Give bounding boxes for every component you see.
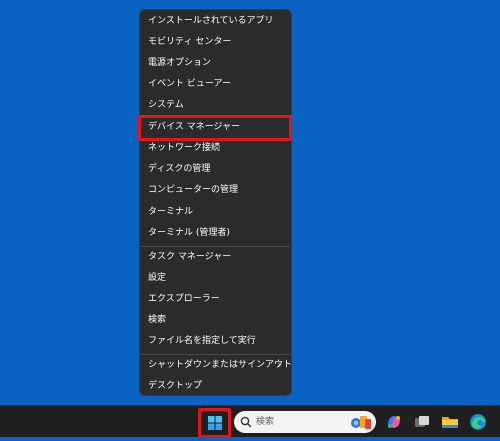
- task-view-icon[interactable]: [413, 413, 431, 431]
- menu-item-terminal-admin[interactable]: ターミナル (管理者): [140, 223, 291, 244]
- menu-item-label: シャットダウンまたはサインアウト: [148, 360, 293, 370]
- chevron-right-icon: ›: [277, 360, 281, 370]
- menu-item-shutdown-signout[interactable]: シャットダウンまたはサインアウト ›: [140, 355, 293, 376]
- menu-item-label: 設定: [148, 273, 167, 283]
- file-explorer-icon[interactable]: [441, 413, 459, 431]
- search-icon: [240, 416, 252, 428]
- menu-item-mobility-center[interactable]: モビリティ センター: [140, 32, 291, 53]
- menu-item-file-explorer[interactable]: エクスプローラー: [140, 289, 291, 310]
- taskbar: 検索: [0, 405, 500, 438]
- device-manager-highlight: [138, 115, 292, 141]
- menu-item-power-options[interactable]: 電源オプション: [140, 53, 291, 74]
- menu-item-label: システム: [148, 100, 184, 110]
- taskbar-search-box[interactable]: 検索: [234, 411, 376, 433]
- start-button-highlight: [198, 408, 231, 438]
- menu-item-event-viewer[interactable]: イベント ビューアー: [140, 74, 291, 95]
- menu-item-label: ファイル名を指定して実行: [148, 336, 256, 346]
- menu-item-label: タスク マネージャー: [148, 252, 232, 262]
- menu-item-label: ネットワーク接続: [148, 143, 221, 153]
- menu-item-settings[interactable]: 設定: [140, 268, 291, 289]
- menu-item-label: 電源オプション: [148, 58, 212, 68]
- menu-item-label: エクスプローラー: [148, 294, 220, 304]
- menu-item-installed-apps[interactable]: インストールされているアプリ: [140, 11, 291, 32]
- menu-item-label: ターミナル: [148, 207, 194, 217]
- menu-item-network-connections[interactable]: ネットワーク接続: [140, 138, 291, 159]
- winx-context-menu: インストールされているアプリ モビリティ センター 電源オプション イベント ビ…: [139, 9, 292, 396]
- menu-item-terminal[interactable]: ターミナル: [140, 202, 291, 223]
- menu-item-label: コンピューターの管理: [148, 185, 239, 195]
- copilot-icon[interactable]: [385, 413, 403, 431]
- search-highlight-icon: [351, 416, 371, 429]
- menu-item-label: イベント ビューアー: [148, 79, 231, 89]
- menu-item-search[interactable]: 検索: [140, 310, 291, 331]
- edge-icon[interactable]: [469, 413, 487, 431]
- menu-item-label: ターミナル (管理者): [148, 228, 230, 238]
- menu-item-label: インストールされているアプリ: [148, 16, 274, 26]
- menu-item-run[interactable]: ファイル名を指定して実行: [140, 331, 291, 352]
- menu-item-label: デスクトップ: [148, 381, 203, 391]
- menu-item-task-manager[interactable]: タスク マネージャー: [140, 247, 291, 268]
- menu-item-disk-management[interactable]: ディスクの管理: [140, 159, 291, 180]
- menu-item-label: 検索: [148, 315, 167, 325]
- menu-item-label: ディスクの管理: [148, 164, 211, 174]
- menu-item-desktop[interactable]: デスクトップ: [140, 376, 291, 397]
- menu-item-system[interactable]: システム: [140, 95, 291, 116]
- search-placeholder: 検索: [256, 417, 275, 427]
- menu-item-label: モビリティ センター: [148, 37, 232, 47]
- menu-item-computer-management[interactable]: コンピューターの管理: [140, 180, 291, 201]
